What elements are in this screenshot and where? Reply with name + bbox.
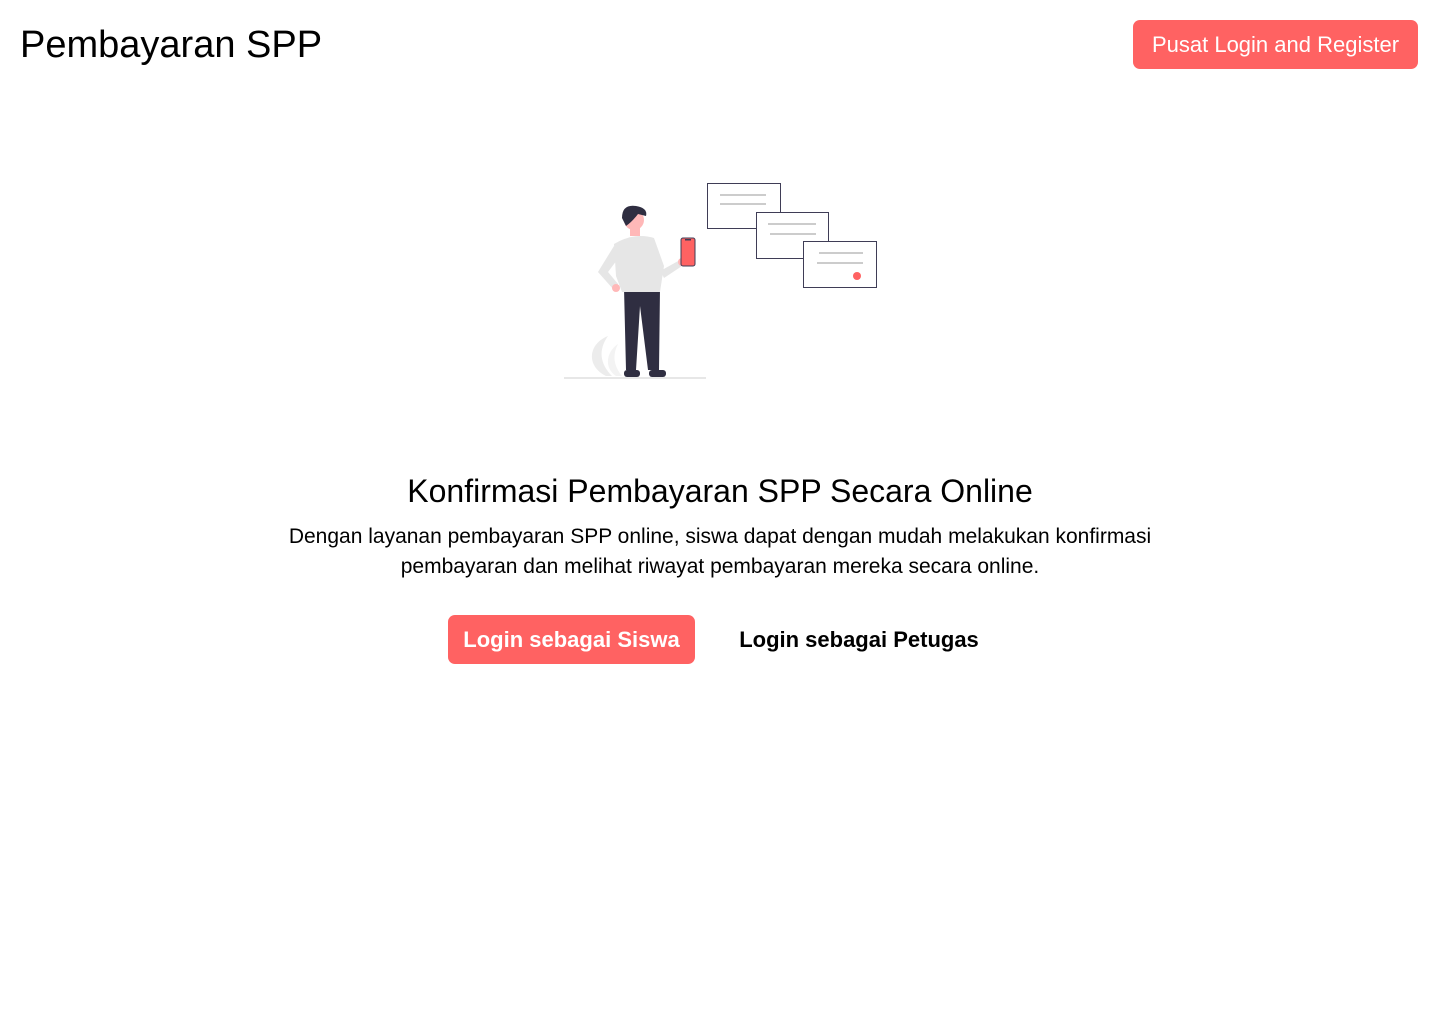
hero-title: Konfirmasi Pembayaran SPP Secara Online xyxy=(407,473,1033,509)
hero-description-line-1: Dengan layanan pembayaran SPP online, si… xyxy=(288,525,1152,548)
login-register-button[interactable]: Pusat Login and Register xyxy=(1133,20,1418,69)
login-actions: Login sebagai Siswa Login sebagai Petuga… xyxy=(0,615,1440,664)
person-legs xyxy=(624,288,660,370)
login-student-button[interactable]: Login sebagai Siswa xyxy=(448,615,695,664)
person-torso xyxy=(614,236,664,292)
payment-illustration xyxy=(556,176,886,386)
notification-card xyxy=(803,241,877,288)
landing-page: Pembayaran SPP Pusat Login and Register xyxy=(0,0,1440,1024)
login-officer-button[interactable]: Login sebagai Petugas xyxy=(725,615,993,664)
brand-title: Pembayaran SPP xyxy=(20,24,323,66)
phone-icon xyxy=(680,237,696,267)
top-header: Pembayaran SPP Pusat Login and Register xyxy=(0,0,1440,90)
hero-description: Dengan layanan pembayaran SPP online, si… xyxy=(250,522,1190,582)
hero-description-line-2: pembayaran dan melihat riwayat pembayara… xyxy=(400,555,1040,578)
